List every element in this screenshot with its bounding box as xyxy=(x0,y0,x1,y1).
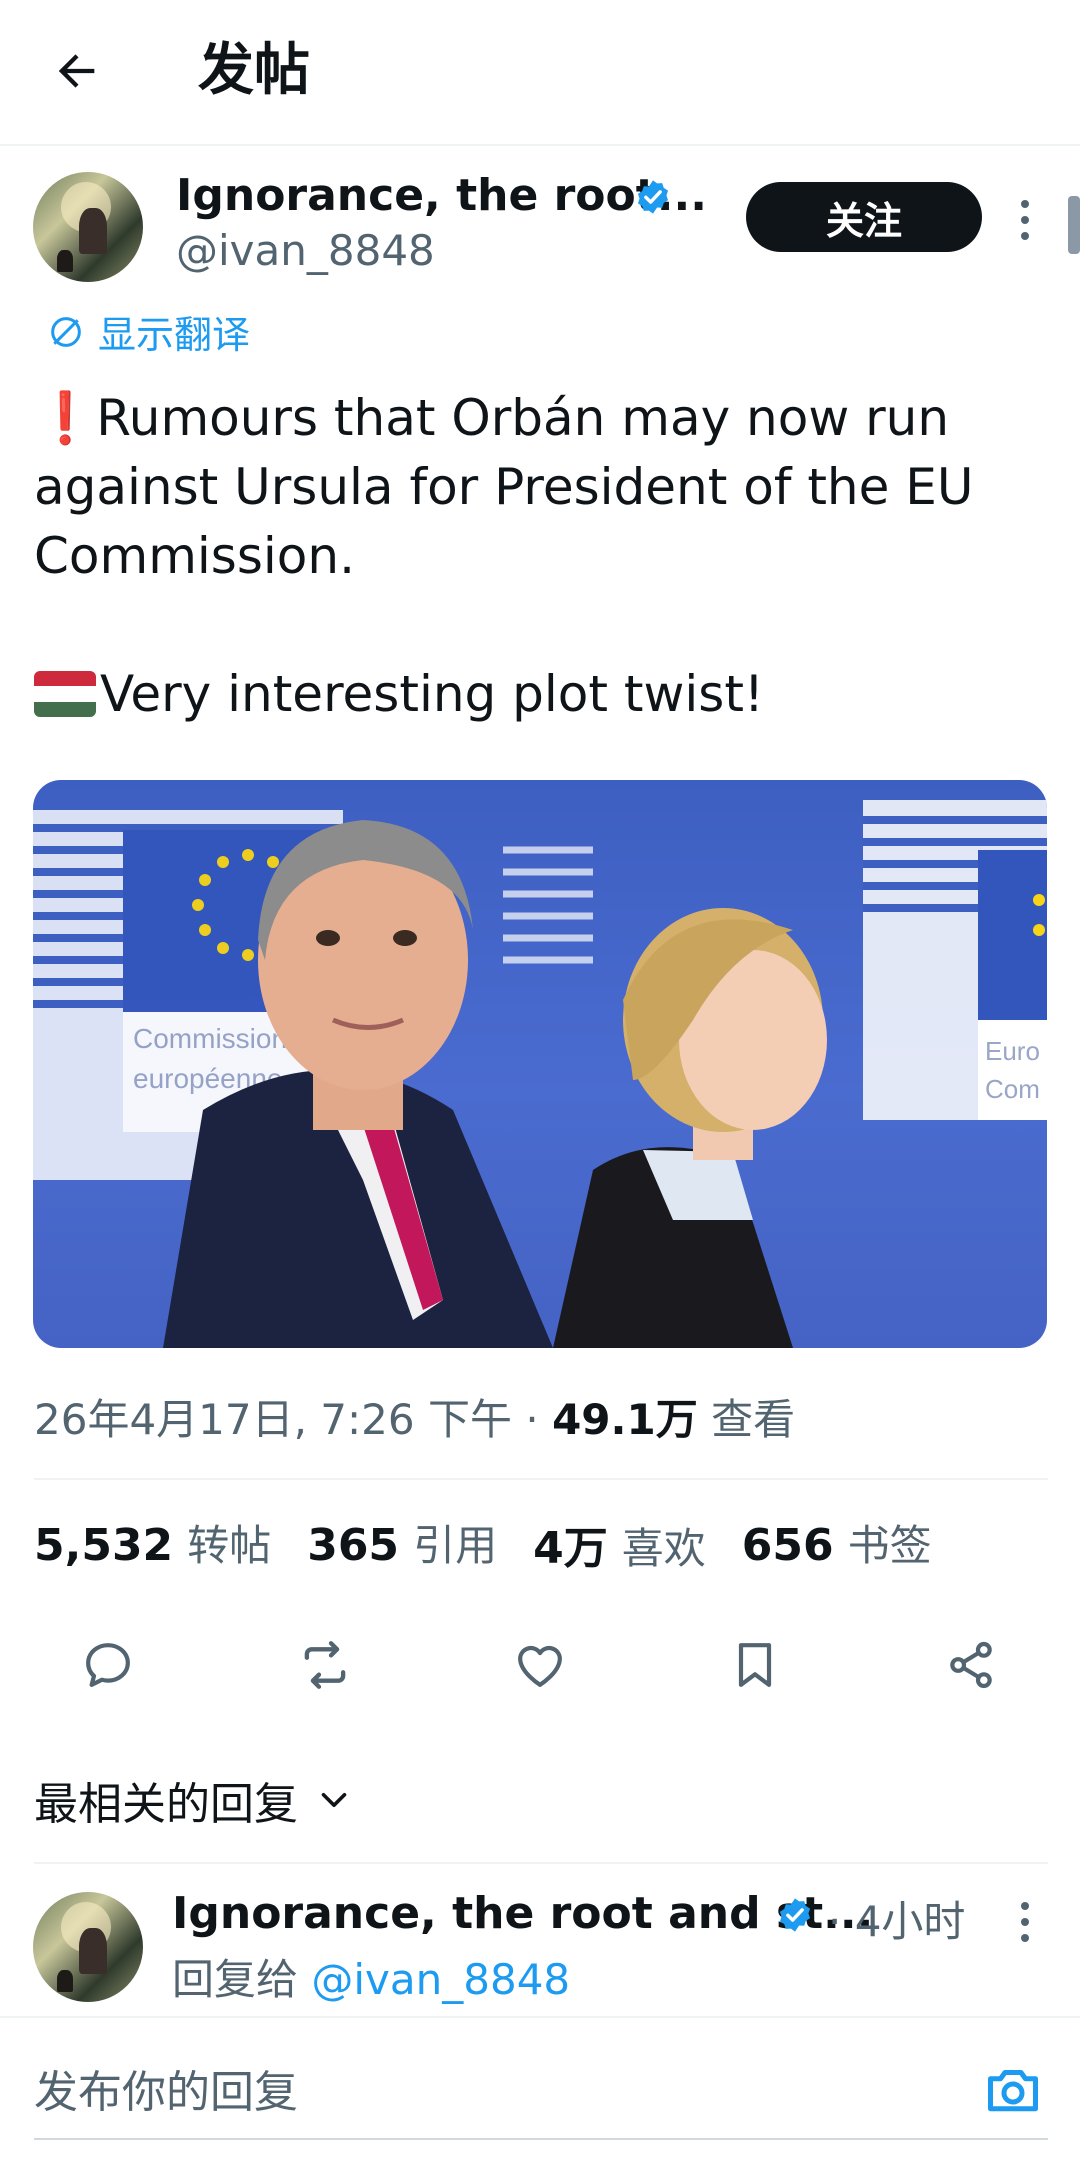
composer-underline xyxy=(34,2138,1048,2140)
reply-author-name[interactable]: Ignorance, the root and st... xyxy=(172,1888,873,1939)
reply-sort-label: 最相关的回复 xyxy=(34,1779,298,1830)
tweet-line-2: against Ursula for President of the EU xyxy=(34,458,974,516)
view-label: 查看 xyxy=(711,1395,796,1444)
verified-badge-icon xyxy=(637,180,669,214)
repost-button[interactable] xyxy=(290,1630,360,1700)
reply-button[interactable] xyxy=(73,1630,143,1700)
scrollbar-thumb[interactable] xyxy=(1068,196,1080,254)
tweet-line-1: ❗Rumours that Orbán may now run xyxy=(34,389,950,447)
post-timestamp: 26年4月17日, 7:26 下午 xyxy=(34,1395,512,1444)
share-icon xyxy=(950,1641,992,1689)
action-bar xyxy=(0,1630,1080,1700)
arrow-left-icon xyxy=(58,54,95,88)
back-button[interactable] xyxy=(44,38,110,104)
sign-text-4: Com xyxy=(985,1074,1040,1104)
sign-text-1: Commission xyxy=(133,1023,287,1054)
photo-orban-von-der-leyen: Commission européenne Euro Com xyxy=(33,800,1047,1348)
reply-time: · 4小时 xyxy=(828,1897,966,1946)
more-options-button[interactable] xyxy=(1010,200,1040,240)
like-button[interactable] xyxy=(505,1630,575,1700)
verified-badge-icon xyxy=(779,1898,811,1932)
stat-likes[interactable]: 4万 喜欢 xyxy=(533,1512,706,1576)
show-translation-link[interactable]: 显示翻译 xyxy=(46,304,250,359)
bookmark-button[interactable] xyxy=(720,1630,790,1700)
translate-icon xyxy=(51,316,81,347)
reply-to-line: 回复给 @ivan_8848 xyxy=(172,1946,570,2007)
repost-icon xyxy=(304,1641,346,1689)
reply-sort-dropdown[interactable]: 最相关的回复 xyxy=(34,1768,352,1832)
stat-bookmarks[interactable]: 656 书签 xyxy=(742,1512,932,1576)
reply-to-handle[interactable]: @ivan_8848 xyxy=(311,1955,570,2004)
post-meta: 26年4月17日, 7:26 下午 · 49.1万 查看 xyxy=(34,1386,795,1447)
reply-composer: 发布你的回复 xyxy=(0,2016,1080,2157)
share-button[interactable] xyxy=(936,1630,1006,1700)
divider xyxy=(34,1862,1048,1864)
view-count[interactable]: 49.1万 xyxy=(552,1395,698,1444)
tweet-image[interactable]: Commission européenne Euro Com xyxy=(33,780,1047,1348)
tweet-line-3: Commission. xyxy=(34,527,355,585)
divider xyxy=(34,1478,1048,1480)
reply-to-prefix: 回复给 xyxy=(172,1955,299,2004)
avatar[interactable] xyxy=(33,172,143,282)
reply-input[interactable]: 发布你的回复 xyxy=(34,2056,298,2120)
chevron-down-icon xyxy=(321,1792,347,1808)
translate-label: 显示翻译 xyxy=(98,313,251,357)
bookmark-icon xyxy=(738,1643,772,1687)
author-name[interactable]: Ignorance, the root... xyxy=(176,170,707,221)
reply-icon xyxy=(86,1643,130,1687)
meta-separator: · xyxy=(525,1395,539,1444)
tweet-text: ❗Rumours that Orbán may now run against … xyxy=(34,384,1044,729)
stat-quotes[interactable]: 365 引用 xyxy=(307,1512,497,1576)
camera-icon[interactable] xyxy=(982,2060,1044,2120)
post-stats: 5,532 转帖 365 引用 4万 喜欢 656 书签 xyxy=(34,1512,932,1576)
reply-avatar[interactable] xyxy=(33,1892,143,2002)
sign-text-3: Euro xyxy=(985,1036,1040,1066)
follow-button[interactable]: 关注 xyxy=(746,182,982,252)
heart-icon xyxy=(518,1645,562,1687)
author-handle[interactable]: @ivan_8848 xyxy=(176,226,435,275)
page-title: 发帖 xyxy=(198,38,310,103)
stat-reposts[interactable]: 5,532 转帖 xyxy=(34,1512,271,1576)
hungary-flag-icon xyxy=(34,671,96,717)
reply-more-button[interactable] xyxy=(1010,1902,1040,1942)
top-bar: 发帖 xyxy=(0,0,1080,146)
tweet-line-5: Very interesting plot twist! xyxy=(34,660,1044,729)
